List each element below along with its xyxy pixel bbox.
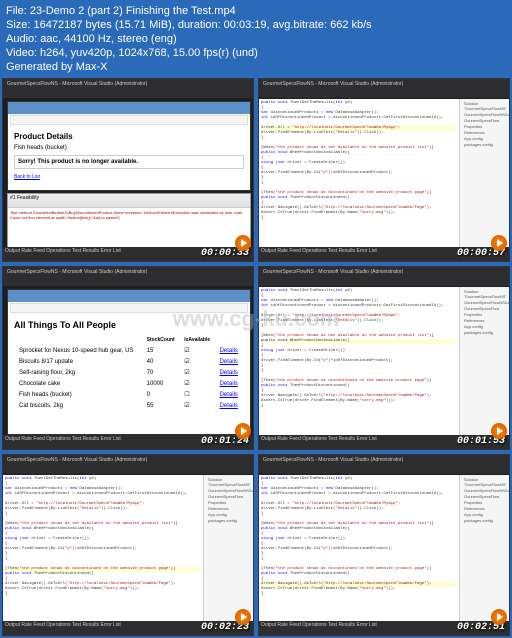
solution-explorer[interactable]: Solution 'GourmetSpecsFlowNS' GourmetSpe… [203, 475, 253, 621]
table-row: Self-raising flour, 2kg70☑Details [16, 368, 242, 377]
back-to-list-link[interactable]: Back to List [14, 174, 40, 180]
vs-menu[interactable] [259, 467, 509, 475]
details-link[interactable]: Details [217, 390, 242, 399]
frame-1: GourmetSpecsFlowNS - Microsoft Visual St… [2, 78, 254, 262]
col-action [217, 336, 242, 344]
table-row: Biscuits 8/17 update40☑Details [16, 357, 242, 366]
size-line: Size: 16472187 bytes (15.71 MiB), durati… [6, 18, 506, 32]
explorer-node[interactable]: packages.config [462, 518, 507, 524]
cell-stock: 40 [144, 357, 180, 366]
vs-titlebar: GourmetSpecsFlowNS - Microsoft Visual St… [3, 267, 253, 279]
code-editor[interactable]: public void ThenIGetTheResults(int p0){ … [259, 475, 459, 621]
browser-window-1: Product Details Fish heads (bucket) Sorr… [7, 101, 251, 191]
cell-name: Sprocket for Nexus 10-speed hub gear, US [16, 346, 142, 355]
cell-avail: ☑ [181, 379, 214, 388]
vs-menu[interactable] [259, 91, 509, 99]
details-link[interactable]: Details [217, 401, 242, 410]
table-row: Fish heads (bucket)0☐Details [16, 390, 242, 399]
details-link[interactable]: Details [217, 346, 242, 355]
cell-avail: ☑ [181, 357, 214, 366]
error-panel-body: Test method ShouldNotBeAbleToBuyDisconti… [8, 208, 250, 248]
cell-stock: 15 [144, 346, 180, 355]
page-title: All Things To All People [14, 320, 244, 330]
error-panel-header[interactable]: #1 Feasibility [8, 194, 250, 208]
vs-menu[interactable] [259, 279, 509, 287]
solution-explorer[interactable]: Solution 'GourmetSpecsFlowNS' GourmetSpe… [459, 287, 509, 435]
browser-tab-strip[interactable] [8, 102, 250, 114]
play-icon[interactable] [491, 423, 507, 439]
products-table: StockCount IsAvailable Sprocket for Nexu… [14, 334, 244, 412]
error-panel: #1 Feasibility Test method ShouldNotBeAb… [7, 193, 251, 249]
video-line: Video: h264, yuv420p, 1024x768, 15.00 fp… [6, 46, 506, 60]
vs-titlebar: GourmetSpecsFlowNS - Microsoft Visual St… [259, 267, 509, 279]
cell-name: Biscuits 8/17 update [16, 357, 142, 366]
cell-name: Cat biscuits, 2kg [16, 401, 142, 410]
vs-titlebar: GourmetSpecsFlowNS - Microsoft Visual St… [259, 79, 509, 91]
vs-titlebar: GourmetSpecsFlowNS - Microsoft Visual St… [3, 455, 253, 467]
frame-4: GourmetSpecsFlowNS - Microsoft Visual St… [258, 266, 510, 450]
code-editor[interactable]: public void ThenIGetTheResults(int p0){ … [259, 287, 459, 435]
solution-explorer[interactable]: Solution 'GourmetSpecsFlowNS' GourmetSpe… [459, 475, 509, 621]
vs-menu[interactable] [3, 467, 253, 475]
cell-avail: ☑ [181, 401, 214, 410]
details-link[interactable]: Details [217, 357, 242, 366]
explorer-node[interactable]: Solution 'GourmetSpecsFlowNS' [462, 289, 507, 300]
frame-2: GourmetSpecsFlowNS - Microsoft Visual St… [258, 78, 510, 262]
cell-name: Chocolate cake [16, 379, 142, 388]
media-info-header: File: 23-Demo 2 (part 2) Finishing the T… [0, 0, 512, 78]
frame-3: GourmetSpecsFlowNS - Microsoft Visual St… [2, 266, 254, 450]
browser-address-bar[interactable] [10, 115, 248, 125]
play-icon[interactable] [491, 609, 507, 625]
explorer-node[interactable]: packages.config [462, 330, 507, 336]
audio-line: Audio: aac, 44100 Hz, stereo (eng) [6, 32, 506, 46]
cell-name: Self-raising flour, 2kg [16, 368, 142, 377]
cell-stock: 0 [144, 390, 180, 399]
explorer-node[interactable]: Solution 'GourmetSpecsFlowNS' [206, 477, 251, 488]
play-icon[interactable] [235, 609, 251, 625]
unavailable-message: Sorry! This product is no longer availab… [14, 155, 244, 169]
play-icon[interactable] [235, 235, 251, 251]
product-subtitle: Fish heads (bucket) [14, 145, 244, 151]
table-row: Chocolate cake10000☑Details [16, 379, 242, 388]
solution-explorer[interactable]: Solution 'GourmetSpecsFlowNS' GourmetSpe… [459, 99, 509, 247]
product-title: Product Details [14, 132, 244, 141]
cell-avail: ☐ [181, 390, 214, 399]
cell-avail: ☑ [181, 368, 214, 377]
vs-menu[interactable] [3, 91, 253, 99]
cell-name: Fish heads (bucket) [16, 390, 142, 399]
col-name [16, 336, 142, 344]
file-line: File: 23-Demo 2 (part 2) Finishing the T… [6, 4, 506, 18]
explorer-node[interactable]: Solution 'GourmetSpecsFlowNS' [462, 101, 507, 112]
browser-address-bar[interactable] [10, 303, 248, 313]
vs-titlebar: GourmetSpecsFlowNS - Microsoft Visual St… [3, 79, 253, 91]
generator-line: Generated by Max-X [6, 60, 506, 74]
cell-stock: 10000 [144, 379, 180, 388]
vs-titlebar: GourmetSpecsFlowNS - Microsoft Visual St… [259, 455, 509, 467]
cell-avail: ☑ [181, 346, 214, 355]
details-link[interactable]: Details [217, 379, 242, 388]
col-avail: IsAvailable [181, 336, 214, 344]
play-icon[interactable] [235, 423, 251, 439]
code-editor[interactable]: public void ThenIGetTheResults(int p0){ … [3, 475, 203, 621]
explorer-node[interactable]: Solution 'GourmetSpecsFlowNS' [462, 477, 507, 488]
col-stock: StockCount [144, 336, 180, 344]
details-link[interactable]: Details [217, 368, 242, 377]
code-editor[interactable]: public void ThenIGetTheResults(int p0){ … [259, 99, 459, 247]
browser-window-2: All Things To All People StockCount IsAv… [7, 289, 251, 435]
frame-6: GourmetSpecsFlowNS - Microsoft Visual St… [258, 454, 510, 636]
explorer-node[interactable]: packages.config [206, 518, 251, 524]
vs-menu[interactable] [3, 279, 253, 287]
play-icon[interactable] [491, 235, 507, 251]
frame-5: GourmetSpecsFlowNS - Microsoft Visual St… [2, 454, 254, 636]
table-row: Cat biscuits, 2kg55☑Details [16, 401, 242, 410]
explorer-node[interactable]: packages.config [462, 142, 507, 148]
cell-stock: 70 [144, 368, 180, 377]
cell-stock: 55 [144, 401, 180, 410]
table-row: Sprocket for Nexus 10-speed hub gear, US… [16, 346, 242, 355]
browser-tab-strip[interactable] [8, 290, 250, 302]
